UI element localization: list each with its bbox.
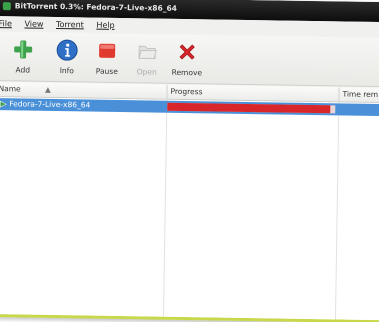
torrent-file-icon	[0, 100, 7, 108]
bittorrent-window: BitTorrent 0.3%: Fedora-7-Live-x86_64 Fi…	[0, 0, 379, 322]
add-button[interactable]: Add	[4, 38, 43, 75]
column-time-remaining-label: Time rem	[342, 89, 379, 100]
remove-label: Remove	[171, 67, 203, 78]
window-title: BitTorrent 0.3%: Fedora-7-Live-x86_64	[14, 1, 178, 13]
info-label: Info	[59, 66, 74, 76]
sort-arrow-icon: ▲	[45, 84, 51, 94]
add-label: Add	[15, 65, 31, 75]
column-progress-label: Progress	[170, 86, 203, 97]
remove-button[interactable]: Remove	[168, 41, 207, 78]
progress-bar	[167, 102, 336, 114]
plus-icon	[14, 40, 33, 59]
column-divider	[162, 99, 168, 320]
app-icon	[2, 2, 11, 11]
column-time-remaining-header[interactable]: Time rem	[339, 87, 379, 102]
torrent-list: Fedora-7-Live-x86_64	[0, 97, 379, 322]
menu-view[interactable]: View	[24, 16, 43, 31]
column-divider	[334, 102, 340, 322]
open-label: Open	[136, 67, 157, 77]
toolbar: Add Info Pause Open Remove	[0, 32, 379, 88]
screenshot-stage: BitTorrent 0.3%: Fedora-7-Live-x86_64 Fi…	[0, 0, 379, 322]
open-button[interactable]: Open	[128, 40, 167, 77]
menu-help[interactable]: Help	[96, 18, 114, 33]
column-progress-header[interactable]: Progress	[167, 84, 340, 102]
pause-label: Pause	[95, 66, 118, 76]
folder-icon	[138, 45, 157, 60]
info-icon	[56, 39, 78, 61]
column-name-label: Name	[0, 84, 21, 94]
menu-torrent[interactable]: Torrent	[56, 17, 84, 32]
pause-button[interactable]: Pause	[88, 39, 127, 76]
pause-icon	[99, 43, 116, 58]
info-button[interactable]: Info	[48, 39, 87, 76]
column-name-header[interactable]: Name ▲	[0, 82, 168, 99]
menu-file[interactable]: File	[0, 16, 12, 31]
torrent-name: Fedora-7-Live-x86_64	[9, 99, 91, 110]
remove-x-icon	[179, 44, 195, 60]
progress-fill	[167, 102, 331, 114]
